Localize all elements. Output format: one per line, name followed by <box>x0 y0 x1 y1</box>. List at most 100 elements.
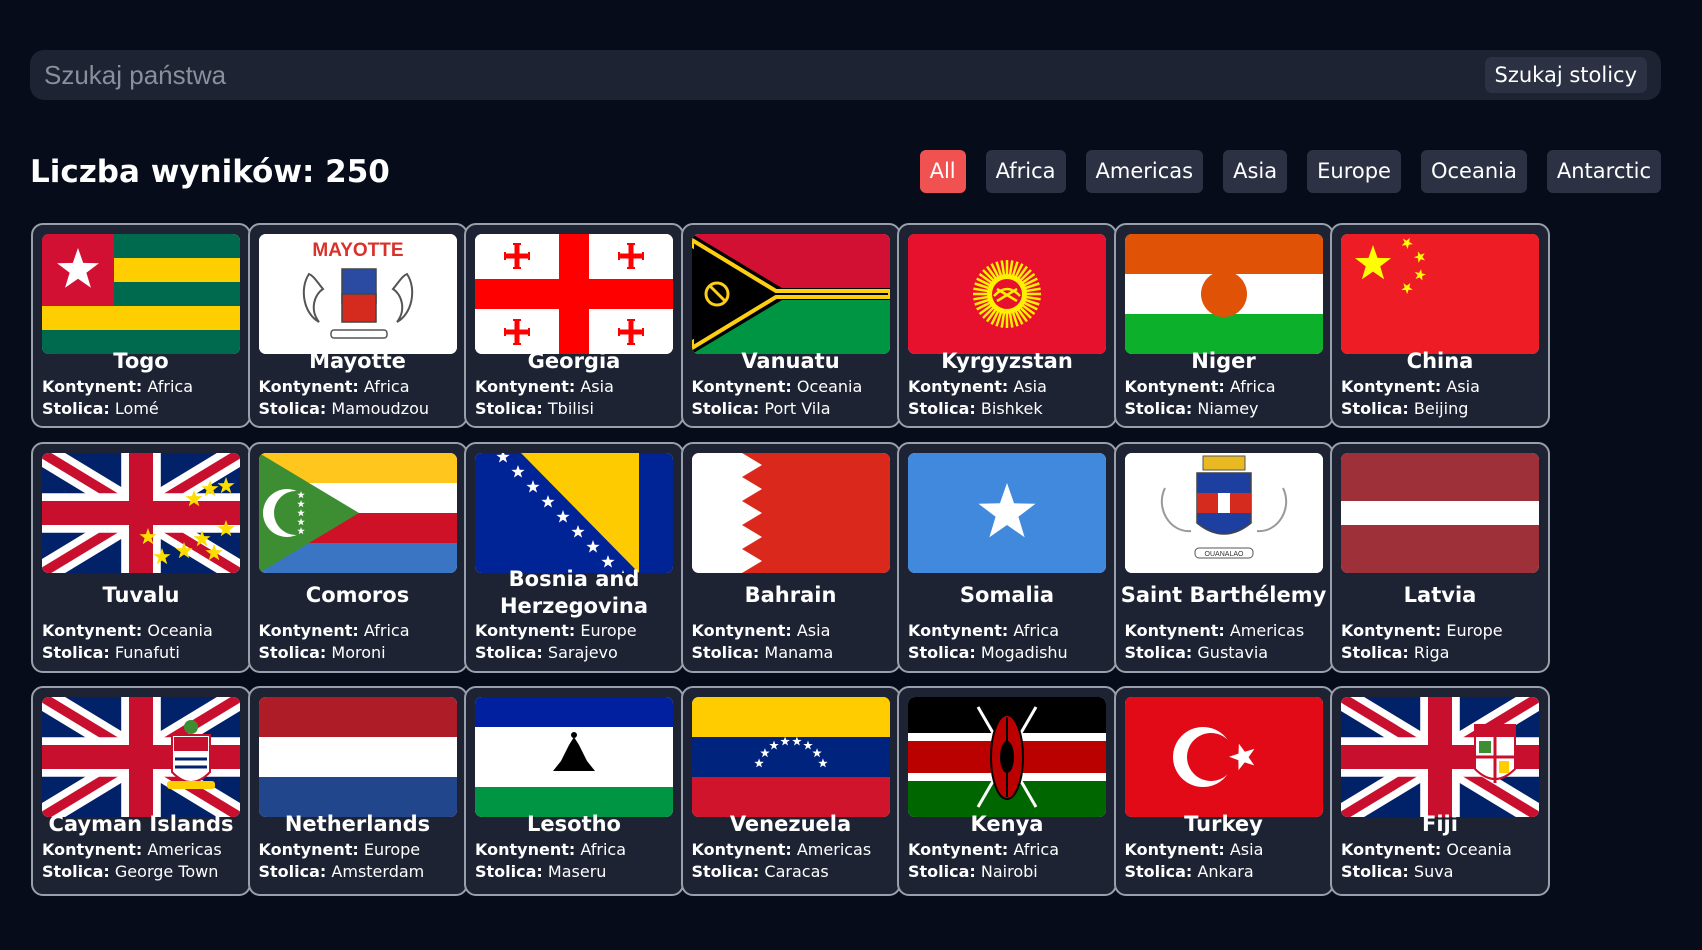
continent-value: Americas <box>796 840 872 859</box>
country-continent: Kontynent: Europe <box>259 839 464 861</box>
filter-europe[interactable]: Europe <box>1307 150 1401 193</box>
country-capital: Stolica: Niamey <box>1125 398 1330 420</box>
capital-label: Stolica: <box>42 643 110 662</box>
country-name: Niger <box>1191 349 1256 373</box>
country-name: Kenya <box>970 812 1044 836</box>
country-continent: Kontynent: Asia <box>908 376 1113 398</box>
country-continent: Kontynent: Africa <box>908 839 1113 861</box>
country-card[interactable]: Netherlands Kontynent: Europe Stolica: Ams… <box>247 686 468 896</box>
continent-label: Kontynent: <box>691 840 792 859</box>
capital-label: Stolica: <box>908 643 976 662</box>
search-bar: Szukaj stolicy <box>30 50 1661 100</box>
country-card[interactable]: OUANALAO Saint Barthélemy Kontynent: Ameri… <box>1113 442 1334 673</box>
country-card[interactable]: Lesotho Kontynent: Africa Stolica: Maseru <box>464 686 684 896</box>
filter-antarctic[interactable]: Antarctic <box>1546 150 1661 193</box>
capital-value: Port Vila <box>764 399 831 418</box>
continent-value: Oceania <box>796 377 863 396</box>
capital-value: Riga <box>1413 643 1450 662</box>
country-flag <box>908 453 1106 573</box>
country-continent: Kontynent: Africa <box>42 376 247 398</box>
country-search-input[interactable] <box>44 50 1494 100</box>
country-flag <box>1341 697 1539 817</box>
country-card[interactable]: Turkey Kontynent: Asia Stolica: Ankara <box>1113 686 1334 896</box>
filter-all[interactable]: All <box>919 150 966 193</box>
capital-label: Stolica: <box>691 862 760 881</box>
country-card[interactable]: Kenya Kontynent: Africa Stolica: Nairobi <box>897 686 1117 896</box>
continent-label: Kontynent: <box>1341 621 1442 640</box>
country-card[interactable]: Georgia Kontynent: Asia Stolica: Tbilisi <box>464 223 684 428</box>
capital-label: Stolica: <box>258 643 327 662</box>
capital-value: Moroni <box>331 643 386 662</box>
continent-value: Asia <box>1446 377 1480 396</box>
country-capital: Stolica: Nairobi <box>908 861 1113 883</box>
continent-value: Africa <box>363 621 410 640</box>
country-card[interactable]: Comoros Kontynent: Africa Stolica: Moroni <box>247 442 468 673</box>
country-name: Saint Barthélemy <box>1120 583 1327 607</box>
country-continent: Kontynent: Africa <box>908 620 1113 642</box>
capital-value: Maseru <box>547 862 607 881</box>
continent-label: Kontynent: <box>908 840 1009 859</box>
capital-label: Stolica: <box>1124 862 1193 881</box>
country-flag <box>908 234 1106 354</box>
country-name: Turkey <box>1184 812 1263 836</box>
continent-label: Kontynent: <box>691 377 792 396</box>
country-card[interactable]: Kyrgyzstan Kontynent: Asia Stolica: Bishke… <box>897 223 1117 428</box>
country-card[interactable]: Somalia Kontynent: Africa Stolica: Mogadis… <box>897 442 1117 673</box>
country-name: Fiji <box>1422 812 1458 836</box>
country-flag <box>1124 234 1323 354</box>
country-flag <box>691 697 890 817</box>
country-flag: OUANALAO <box>1124 453 1323 573</box>
continent-label: Kontynent: <box>475 377 576 396</box>
capital-value: Gustavia <box>1197 643 1269 662</box>
country-flag <box>908 697 1106 817</box>
continent-value: Africa <box>1013 621 1059 640</box>
country-continent: Kontynent: Oceania <box>1341 839 1546 861</box>
country-name: Latvia <box>1403 583 1477 607</box>
country-capital: Stolica: Caracas <box>692 861 897 883</box>
filter-americas[interactable]: Americas <box>1085 150 1204 193</box>
filter-oceania[interactable]: Oceania <box>1420 150 1527 193</box>
continent-label: Kontynent: <box>908 621 1009 640</box>
country-card[interactable]: Venezuela Kontynent: Americas Stolica: Car… <box>680 686 901 896</box>
continent-value: Asia <box>1013 377 1047 396</box>
country-card[interactable]: Bosnia and Herzegovina Kontynent: Europe S… <box>464 442 684 673</box>
continent-value: Asia <box>580 377 614 396</box>
country-card[interactable]: Fiji Kontynent: Oceania Stolica: Suva <box>1330 686 1550 896</box>
country-card[interactable]: Cayman Islands Kontynent: Americas Stolica… <box>31 686 251 896</box>
country-capital: Stolica: Port Vila <box>692 398 897 420</box>
country-card[interactable]: China Kontynent: Asia Stolica: Beijing <box>1330 223 1550 428</box>
country-name: Bahrain <box>744 583 837 607</box>
country-capital: Stolica: Suva <box>1341 861 1546 883</box>
continent-label: Kontynent: <box>1124 621 1225 640</box>
country-capital: Stolica: Mogadishu <box>908 642 1113 664</box>
country-continent: Kontynent: Oceania <box>692 376 897 398</box>
country-continent: Kontynent: Americas <box>42 839 247 861</box>
continent-label: Kontynent: <box>475 840 576 859</box>
capital-label: Stolica: <box>258 399 327 418</box>
country-card[interactable]: Niger Kontynent: Africa Stolica: Niamey <box>1113 223 1334 428</box>
search-capital-button[interactable]: Szukaj stolicy <box>1484 57 1647 93</box>
country-flag <box>475 453 673 573</box>
country-name: Georgia <box>527 349 621 373</box>
country-name: Comoros <box>305 583 410 607</box>
country-continent: Kontynent: Asia <box>1341 376 1546 398</box>
country-capital: Stolica: Manama <box>692 642 897 664</box>
country-card[interactable]: Bahrain Kontynent: Asia Stolica: Manama <box>680 442 901 673</box>
country-card[interactable]: Togo Kontynent: Africa Stolica: Lomé <box>31 223 251 428</box>
country-flag <box>1341 453 1539 573</box>
continent-value: Americas <box>1229 621 1305 640</box>
country-name: Lesotho <box>527 812 621 836</box>
capital-value: Funafuti <box>114 643 180 662</box>
country-card[interactable]: Latvia Kontynent: Europe Stolica: Riga <box>1330 442 1550 673</box>
country-capital: Stolica: Gustavia <box>1125 642 1330 664</box>
continent-label: Kontynent: <box>42 621 143 640</box>
country-card[interactable]: Vanuatu Kontynent: Oceania Stolica: Port V… <box>680 223 901 428</box>
country-card[interactable]: MAYOTTE Mayotte Kontynent: Africa Stolica: … <box>247 223 468 428</box>
country-card[interactable]: Tuvalu Kontynent: Oceania Stolica: Funafut… <box>31 442 251 673</box>
capital-value: Tbilisi <box>547 399 594 418</box>
filter-asia[interactable]: Asia <box>1223 150 1288 193</box>
continent-value: Oceania <box>147 621 213 640</box>
filter-africa[interactable]: Africa <box>985 150 1066 193</box>
country-continent: Kontynent: Africa <box>1125 376 1330 398</box>
capital-label: Stolica: <box>691 643 760 662</box>
